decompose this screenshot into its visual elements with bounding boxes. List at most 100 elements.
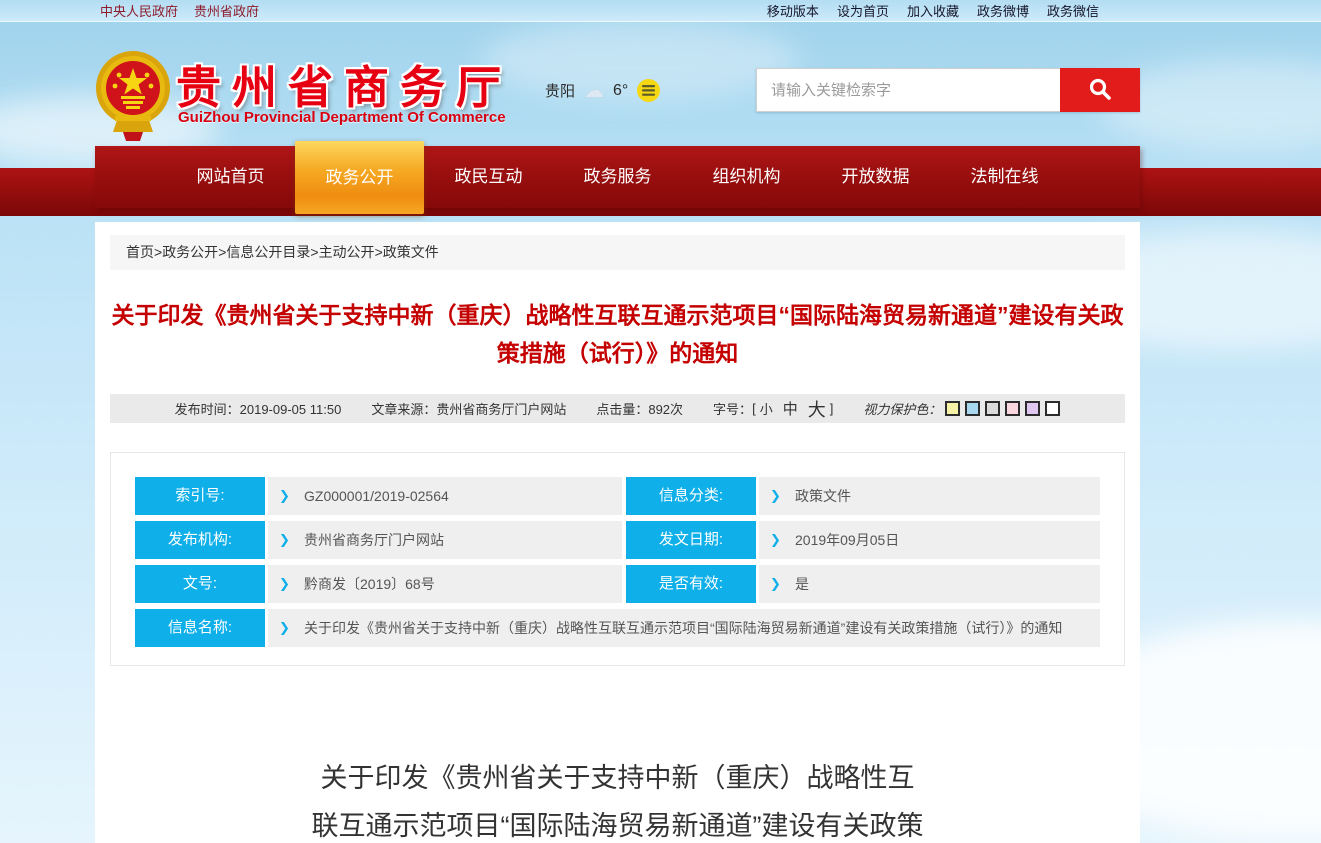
link-set-homepage[interactable]: 设为首页 <box>837 1 889 20</box>
info-label: 发文日期: <box>626 521 756 559</box>
breadcrumb-active-disclosure[interactable]: 主动公开 <box>319 244 375 260</box>
color-swatch-purple[interactable] <box>1025 401 1040 416</box>
eye-protection-swatches <box>945 401 1060 416</box>
info-label: 索引号: <box>135 477 265 515</box>
link-guizhou-government[interactable]: 贵州省政府 <box>194 1 259 20</box>
info-value: ❯ 2019年09月05日 <box>759 521 1100 559</box>
arrow-right-icon: ❯ <box>279 521 290 559</box>
content-panel: 首页>政务公开>信息公开目录>主动公开>政策文件 关于印发《贵州省关于支持中新（… <box>95 222 1140 843</box>
eye-protection-label: 视力保护色： <box>863 399 941 418</box>
arrow-right-icon: ❯ <box>279 609 290 647</box>
color-swatch-gray[interactable] <box>985 401 1000 416</box>
eye-protection-controls: 视力保护色： <box>863 399 1060 418</box>
font-size-label: 字号： <box>713 399 752 418</box>
top-utility-bar: 中央人民政府 贵州省政府 移动版本 设为首页 加入收藏 政务微博 政务微信 <box>0 0 1321 22</box>
weather-city: 贵阳 <box>545 80 575 101</box>
info-label: 信息分类: <box>626 477 756 515</box>
table-row: 文号: ❯ 黔商发〔2019〕68号 是否有效: ❯ 是 <box>135 565 1100 603</box>
site-search <box>756 68 1140 112</box>
search-input[interactable] <box>756 68 1060 112</box>
document-info-table: 索引号: ❯ GZ000001/2019-02564 信息分类: ❯ 政策文件 … <box>110 452 1125 666</box>
utility-links: 移动版本 设为首页 加入收藏 政务微博 政务微信 <box>767 1 1099 20</box>
nav-item-government-affairs-disclosure[interactable]: 政务公开 <box>295 141 424 214</box>
info-pair-info-name: 信息名称: ❯ 关于印发《贵州省关于支持中新（重庆）战略性互联互通示范项目“国际… <box>135 609 1100 647</box>
link-gov-weibo[interactable]: 政务微博 <box>977 1 1029 20</box>
info-value-text: GZ000001/2019-02564 <box>304 488 449 504</box>
nav-item-home[interactable]: 网站首页 <box>166 146 295 208</box>
color-swatch-yellow[interactable] <box>945 401 960 416</box>
nav-item-government-services[interactable]: 政务服务 <box>553 146 682 208</box>
font-size-bracket-open: [ <box>752 401 756 416</box>
table-row: 发布机构: ❯ 贵州省商务厅门户网站 发文日期: ❯ 2019年09月05日 <box>135 521 1100 559</box>
breadcrumb-separator: > <box>154 244 162 260</box>
info-pair-publisher: 发布机构: ❯ 贵州省商务厅门户网站 <box>135 521 622 559</box>
info-value: ❯ 是 <box>759 565 1100 603</box>
info-value-text: 2019年09月05日 <box>795 532 899 548</box>
info-pair-document-number: 文号: ❯ 黔商发〔2019〕68号 <box>135 565 622 603</box>
breadcrumb-home[interactable]: 首页 <box>126 244 154 260</box>
article-title: 关于印发《贵州省关于支持中新（重庆）战略性互联互通示范项目“国际陆海贸易新通道”… <box>103 296 1132 372</box>
cloud-icon: ☁ <box>584 78 604 103</box>
info-value-text: 是 <box>795 576 809 592</box>
info-label: 文号: <box>135 565 265 603</box>
info-value-text: 关于印发《贵州省关于支持中新（重庆）战略性互联互通示范项目“国际陆海贸易新通道”… <box>304 620 1062 636</box>
click-count: 点击量：892次 <box>596 399 683 418</box>
main-navigation: 网站首页 政务公开 政民互动 政务服务 组织机构 开放数据 法制在线 <box>95 146 1140 208</box>
article-meta-bar: 发布时间：2019-09-05 11:50 文章来源：贵州省商务厅门户网站 点击… <box>110 394 1125 423</box>
site-header: 贵州省商务厅 GuiZhou Provincial Department Of … <box>0 23 1321 146</box>
info-value: ❯ 关于印发《贵州省关于支持中新（重庆）战略性互联互通示范项目“国际陆海贸易新通… <box>268 609 1100 647</box>
info-pair-issue-date: 发文日期: ❯ 2019年09月05日 <box>626 521 1100 559</box>
search-button[interactable] <box>1060 68 1140 112</box>
font-size-medium-button[interactable]: 中 <box>783 398 798 419</box>
color-swatch-blue[interactable] <box>965 401 980 416</box>
font-size-controls: 字号： [ 小 中 大 ] <box>713 396 833 422</box>
font-size-small-button[interactable]: 小 <box>760 399 773 418</box>
breadcrumb: 首页>政务公开>信息公开目录>主动公开>政策文件 <box>110 235 1125 270</box>
info-value-text: 黔商发〔2019〕68号 <box>304 576 435 592</box>
page: { "topbar": { "left_links": ["中央人民政府", "… <box>0 0 1321 843</box>
weather-temperature: 6° <box>613 82 628 100</box>
info-pair-info-category: 信息分类: ❯ 政策文件 <box>626 477 1100 515</box>
publish-time: 发布时间：2019-09-05 11:50 <box>175 399 342 418</box>
font-size-large-button[interactable]: 大 <box>808 396 826 422</box>
national-emblem-logo <box>93 46 173 142</box>
nav-item-open-data[interactable]: 开放数据 <box>811 146 940 208</box>
color-swatch-pink[interactable] <box>1005 401 1020 416</box>
nav-item-legal-online[interactable]: 法制在线 <box>940 146 1069 208</box>
link-mobile-version[interactable]: 移动版本 <box>767 1 819 20</box>
breadcrumb-info-catalog[interactable]: 信息公开目录 <box>226 244 310 260</box>
table-row: 索引号: ❯ GZ000001/2019-02564 信息分类: ❯ 政策文件 <box>135 477 1100 515</box>
arrow-right-icon: ❯ <box>770 521 781 559</box>
info-label: 是否有效: <box>626 565 756 603</box>
info-value-text: 贵州省商务厅门户网站 <box>304 532 444 548</box>
font-size-bracket-close: ] <box>830 401 834 416</box>
info-value: ❯ 贵州省商务厅门户网站 <box>268 521 622 559</box>
info-value: ❯ 黔商发〔2019〕68号 <box>268 565 622 603</box>
nav-item-public-interaction[interactable]: 政民互动 <box>424 146 553 208</box>
gov-links: 中央人民政府 贵州省政府 <box>100 1 259 20</box>
info-label: 信息名称: <box>135 609 265 647</box>
link-add-favorite[interactable]: 加入收藏 <box>907 1 959 20</box>
site-title: 贵州省商务厅 <box>176 51 512 116</box>
info-pair-validity: 是否有效: ❯ 是 <box>626 565 1100 603</box>
info-value: ❯ 政策文件 <box>759 477 1100 515</box>
breadcrumb-gov-disclosure[interactable]: 政务公开 <box>162 244 218 260</box>
search-icon <box>1087 76 1113 105</box>
breadcrumb-policy-documents[interactable]: 政策文件 <box>383 244 439 260</box>
document-body-title: 关于印发《贵州省关于支持中新（重庆）战略性互联互通示范项目“国际陆海贸易新通道”… <box>312 754 924 843</box>
link-central-government[interactable]: 中央人民政府 <box>100 1 178 20</box>
site-title-english: GuiZhou Provincial Department Of Commerc… <box>178 109 506 126</box>
arrow-right-icon: ❯ <box>279 477 290 515</box>
table-row: 信息名称: ❯ 关于印发《贵州省关于支持中新（重庆）战略性互联互通示范项目“国际… <box>135 609 1100 647</box>
link-gov-wechat[interactable]: 政务微信 <box>1047 1 1099 20</box>
breadcrumb-separator: > <box>375 244 383 260</box>
weather-widget: 贵阳 ☁ 6° <box>545 78 660 103</box>
info-pair-index-number: 索引号: ❯ GZ000001/2019-02564 <box>135 477 622 515</box>
info-label: 发布机构: <box>135 521 265 559</box>
nav-item-organization[interactable]: 组织机构 <box>682 146 811 208</box>
breadcrumb-separator: > <box>310 244 318 260</box>
color-swatch-white[interactable] <box>1045 401 1060 416</box>
article-source: 文章来源：贵州省商务厅门户网站 <box>371 399 566 418</box>
arrow-right-icon: ❯ <box>279 565 290 603</box>
arrow-right-icon: ❯ <box>770 477 781 515</box>
